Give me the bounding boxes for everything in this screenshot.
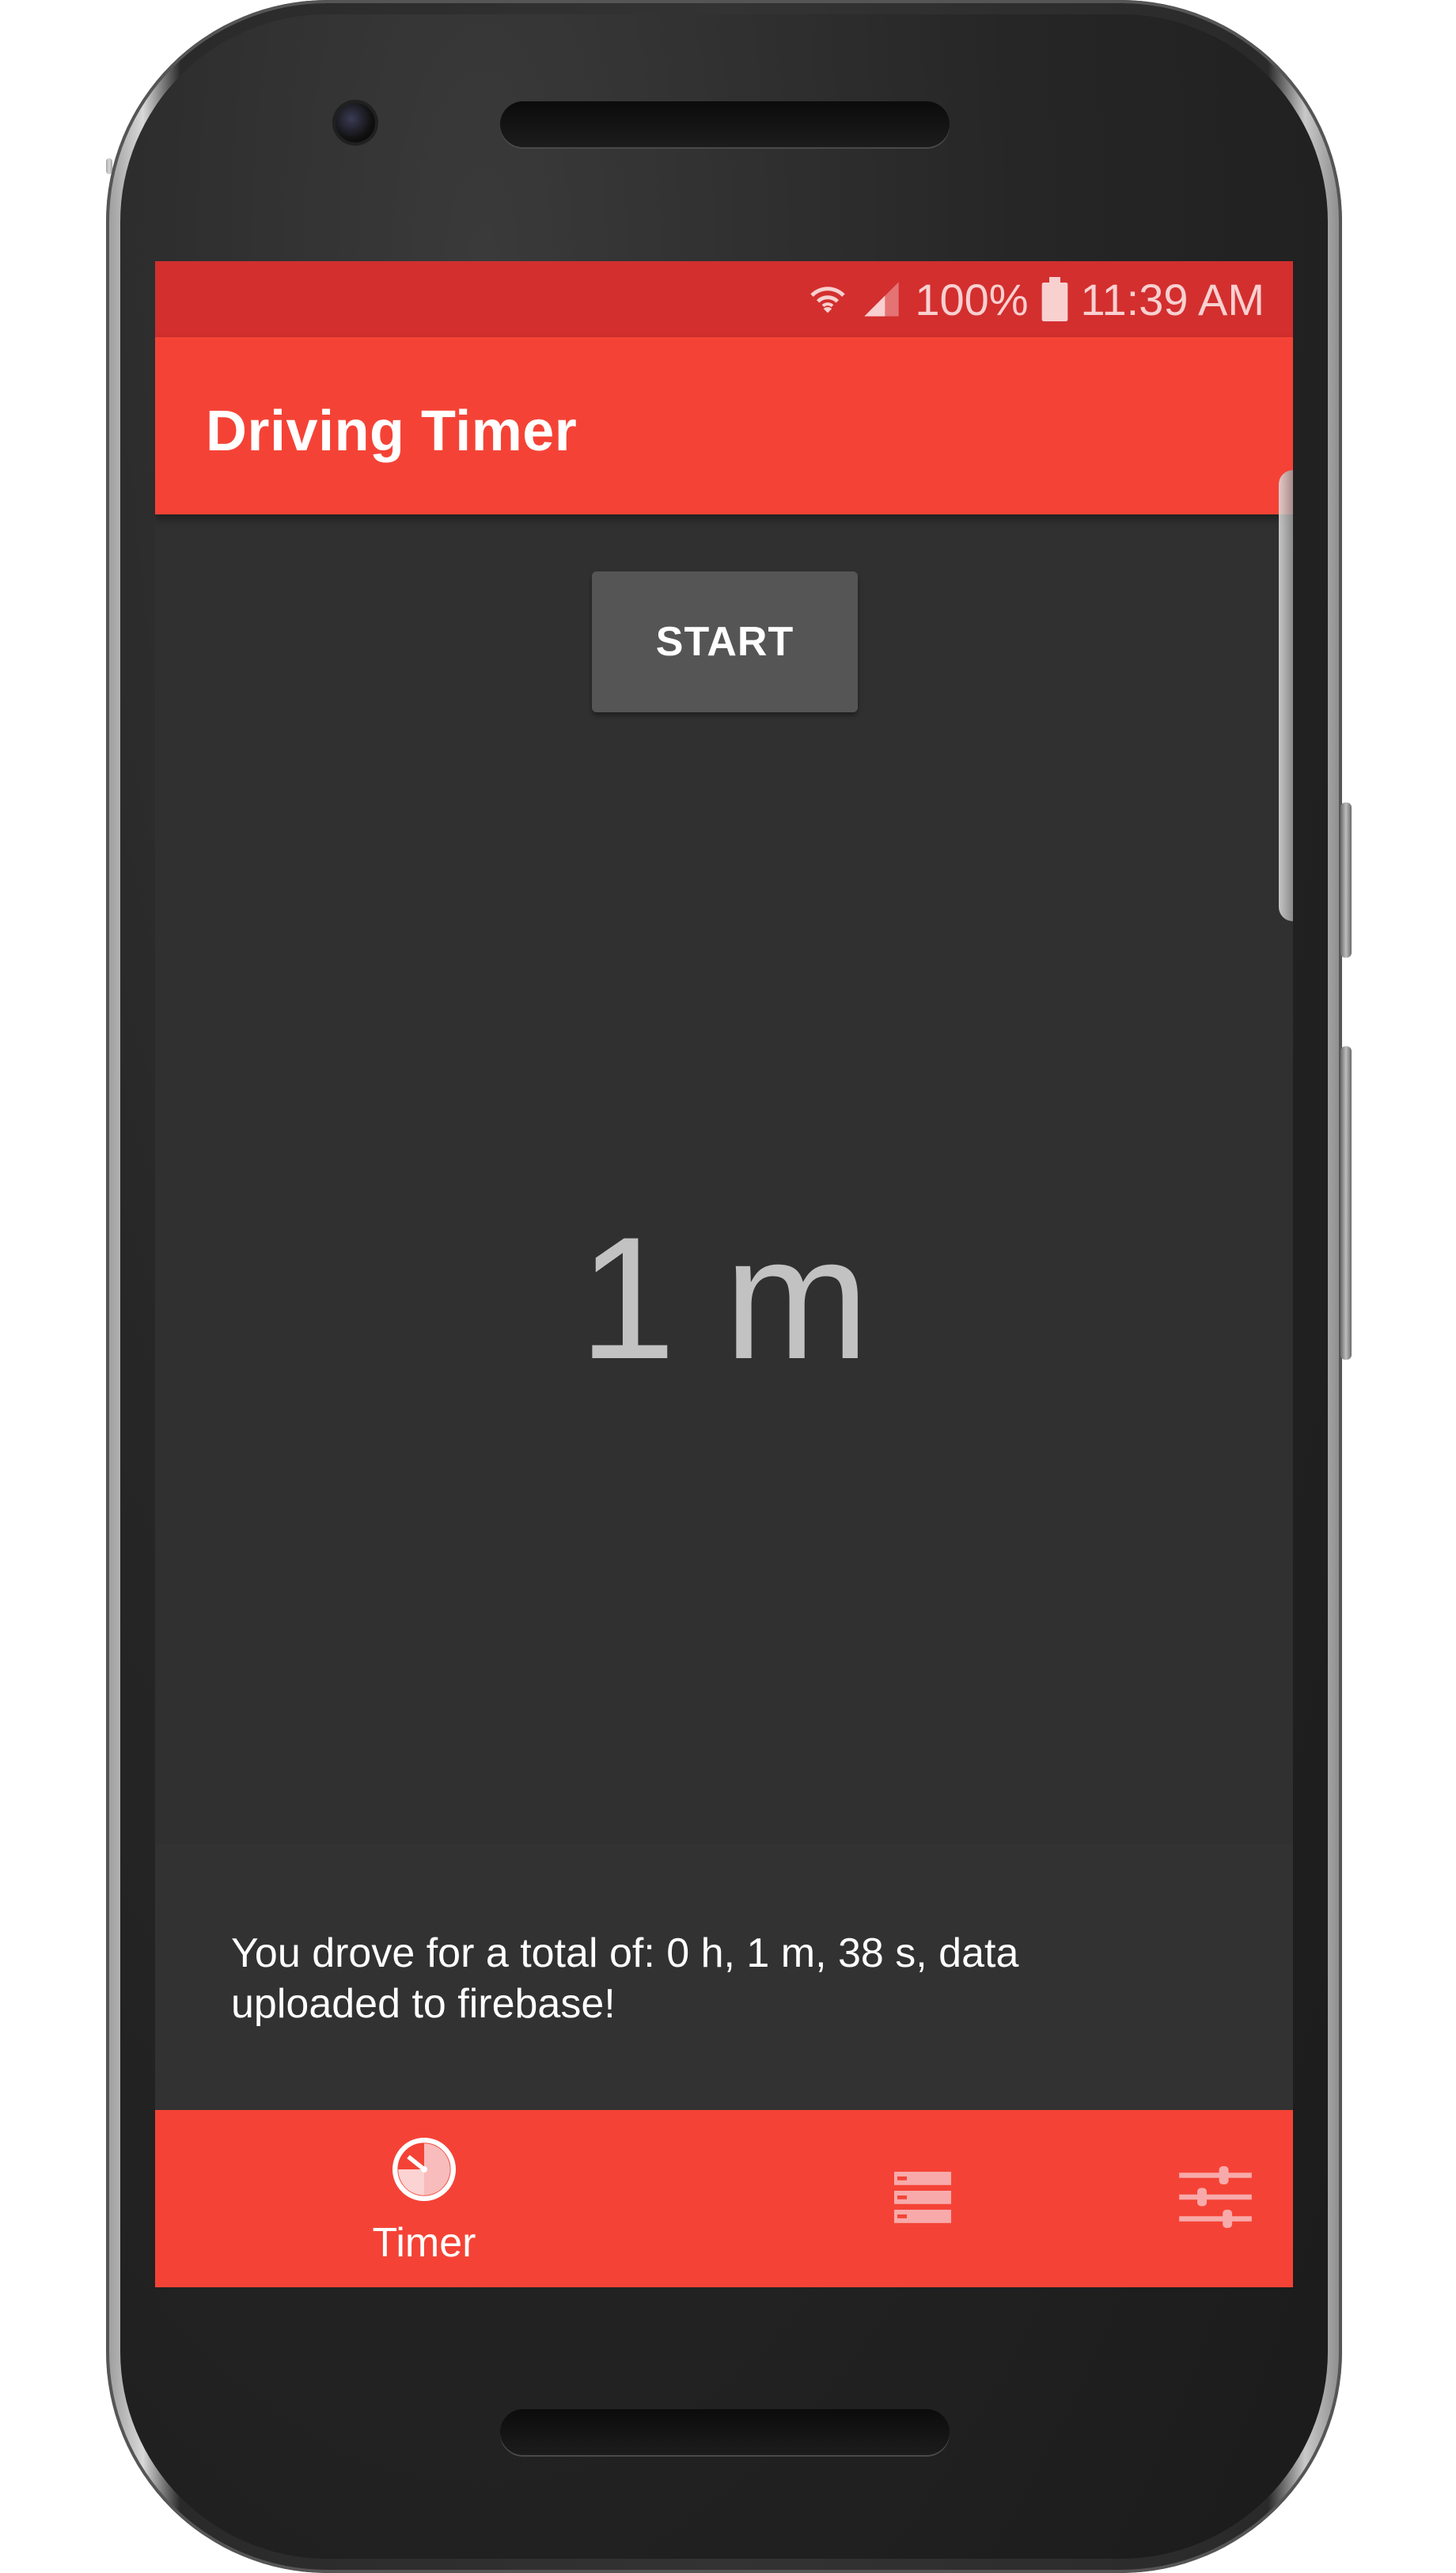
timer-display: 1 m — [578, 1201, 870, 1395]
start-button[interactable]: START — [592, 571, 858, 712]
nav-item-timer[interactable]: Timer — [298, 2110, 551, 2287]
device-frame: 100% 11:39 AM Driving Timer START 1 m Yo… — [0, 0, 1456, 2573]
app-bar: Driving Timer — [155, 337, 1293, 514]
settings-sliders-icon — [1172, 2154, 1259, 2245]
battery-percentage: 100% — [915, 274, 1029, 324]
bottom-navigation: Timer — [155, 2110, 1293, 2287]
overscroll-edge-glow — [1279, 470, 1293, 921]
snackbar-message: You drove for a total of: 0 h, 1 m, 38 s… — [155, 1844, 1293, 2110]
nav-label-timer: Timer — [372, 2219, 476, 2266]
battery-icon — [1041, 277, 1068, 321]
snackbar-text: You drove for a total of: 0 h, 1 m, 38 s… — [231, 1930, 1019, 2027]
front-camera — [336, 103, 375, 142]
status-bar: 100% 11:39 AM — [155, 261, 1293, 337]
list-icon — [885, 2159, 961, 2239]
wifi-icon — [807, 279, 848, 320]
timer-icon — [386, 2131, 462, 2211]
clock-time: 11:39 AM — [1080, 274, 1265, 324]
cell-signal-icon — [861, 279, 902, 320]
app-title: Driving Timer — [206, 400, 578, 463]
earpiece-speaker — [500, 101, 950, 147]
power-button — [1340, 803, 1352, 958]
bottom-speaker — [500, 2409, 950, 2455]
volume-button — [1340, 1046, 1352, 1360]
nav-item-settings[interactable] — [1136, 2110, 1293, 2287]
app-screen: 100% 11:39 AM Driving Timer START 1 m Yo… — [155, 261, 1293, 2287]
left-side-rim — [106, 158, 112, 174]
nav-item-list[interactable] — [804, 2110, 1041, 2287]
